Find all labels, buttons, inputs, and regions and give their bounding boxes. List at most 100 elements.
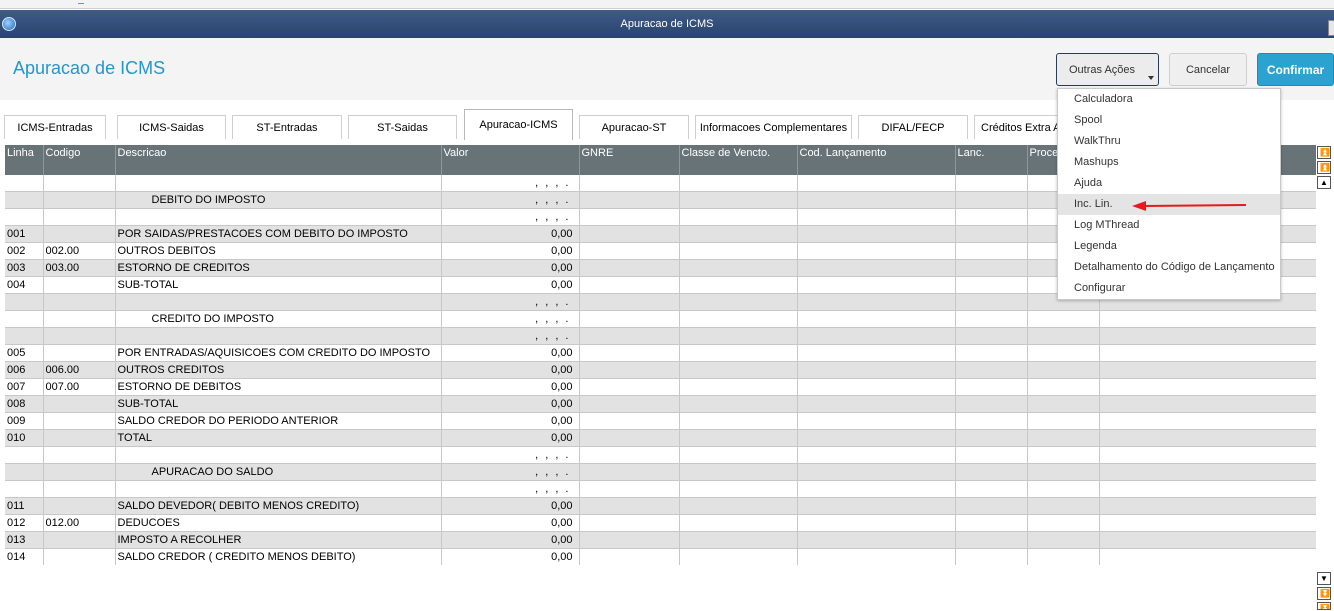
menu-item-configurar[interactable]: Configurar [1058,278,1280,299]
scroll-controls-top: ⏫ ⏫ ▲ [1317,146,1331,191]
column-header[interactable]: Descricao [115,145,442,175]
cell-empty [679,514,798,532]
scroll-down-button[interactable]: ▼ [1317,572,1331,585]
table-row[interactable]: 014 SALDO CREDOR ( CREDITO MENOS DEBITO) 0… [5,548,1316,565]
tab-apuracao-icms[interactable]: Apuracao-ICMS [464,109,573,140]
menu-item-mashups[interactable]: Mashups [1058,152,1280,173]
menu-item-spool[interactable]: Spool [1058,110,1280,131]
column-header[interactable]: GNRE [579,145,680,175]
cell-descricao [115,480,442,498]
window-control-button[interactable] [1328,20,1334,36]
table-row[interactable]: 009 SALDO CREDOR DO PERIODO ANTERIOR 0,00 [5,412,1316,430]
cell-empty [955,497,1028,515]
cell-valor: 0,00 [441,344,580,362]
cell-empty [797,378,956,396]
cell-empty [955,480,1028,498]
cell-empty [1027,531,1100,549]
cell-empty [1099,548,1316,565]
column-header[interactable]: Cod. Lançamento [797,145,956,175]
cell-descricao: IMPOSTO A RECOLHER [115,531,442,549]
cell-empty [679,293,798,311]
cell-empty [1027,361,1100,379]
cell-empty [797,259,956,277]
double-down-icon: ⏬ [1320,604,1330,610]
outras-acoes-button[interactable]: Outras Ações [1056,53,1159,86]
cell-valor: , , , . [441,191,580,209]
table-row[interactable]: 013 IMPOSTO A RECOLHER 0,00 [5,531,1316,549]
column-header[interactable]: Lanc. [955,145,1028,175]
cell-valor: , , , . [441,208,580,226]
cell-empty [1027,378,1100,396]
tab-informacoes-complementares[interactable]: Informacoes Complementares [695,115,852,139]
table-row[interactable]: 005 POR ENTRADAS/AQUISICOES COM CREDITO D… [5,344,1316,362]
cell-empty [579,242,680,260]
menu-item-log-mthread[interactable]: Log MThread [1058,215,1280,236]
cell-empty [955,175,1028,192]
table-row[interactable]: , , , . [5,446,1316,464]
cell-linha: 009 [5,412,44,430]
tab-st-entradas[interactable]: ST-Entradas [232,115,342,139]
cell-empty [955,293,1028,311]
table-row[interactable]: , , , . [5,480,1316,498]
cell-linha [5,293,44,311]
table-row[interactable]: CREDITO DO IMPOSTO, , , . [5,310,1316,328]
table-row[interactable]: 006 006.00 OUTROS CREDITOS 0,00 [5,361,1316,379]
table-row[interactable]: APURACAO DO SALDO, , , . [5,463,1316,481]
cell-linha [5,446,44,464]
table-row[interactable]: 011 SALDO DEVEDOR( DEBITO MENOS CREDITO) 0… [5,497,1316,515]
confirm-button[interactable]: Confirmar [1257,53,1334,86]
column-header[interactable]: Classe de Vencto. [679,145,798,175]
tab-icms-saidas[interactable]: ICMS-Saidas [117,115,226,139]
menu-item-walkthru[interactable]: WalkThru [1058,131,1280,152]
column-header[interactable]: Codigo [43,145,116,175]
cell-empty [955,514,1028,532]
scroll-last-button[interactable]: ⏬ [1317,602,1331,610]
scroll-page-up-button[interactable]: ⏫ [1317,161,1331,174]
table-row[interactable]: 008 SUB-TOTAL 0,00 [5,395,1316,413]
cancel-button[interactable]: Cancelar [1169,53,1247,86]
tab-creditos-extra[interactable]: Créditos Extra A [974,115,1058,139]
cell-linha [5,327,44,345]
table-row[interactable]: 012 012.00 DEDUCOES 0,00 [5,514,1316,532]
cell-empty [1027,310,1100,328]
cell-linha: 014 [5,548,44,565]
menu-item-calculadora[interactable]: Calculadora [1058,89,1280,110]
tab-st-saidas[interactable]: ST-Saidas [348,115,457,139]
tab-icms-entradas[interactable]: ICMS-Entradas [4,115,106,139]
cell-linha: 006 [5,361,44,379]
cell-empty [679,497,798,515]
outras-acoes-menu: Calculadora Spool WalkThru Mashups Ajuda… [1057,88,1281,300]
table-row[interactable]: , , , . [5,327,1316,345]
cell-codigo: 006.00 [43,361,116,379]
menu-item-legenda[interactable]: Legenda [1058,236,1280,257]
menu-item-ajuda[interactable]: Ajuda [1058,173,1280,194]
scroll-up-button[interactable]: ▲ [1317,176,1331,189]
cell-empty [955,276,1028,294]
cell-empty [579,344,680,362]
table-row[interactable]: 007 007.00 ESTORNO DE DEBITOS 0,00 [5,378,1316,396]
scroll-page-down-button[interactable]: ⏬ [1317,587,1331,600]
tab-apuracao-st[interactable]: Apuracao-ST [579,115,689,139]
column-header[interactable]: Linha [5,145,44,175]
scroll-first-button[interactable]: ⏫ [1317,146,1331,159]
table-row[interactable]: 010 TOTAL 0,00 [5,429,1316,447]
cell-empty [1099,497,1316,515]
cell-codigo [43,412,116,430]
menu-item-detalhamento[interactable]: Detalhamento do Código de Lançamento [1058,257,1280,278]
chevron-down-icon [1148,76,1154,80]
cell-empty [679,548,798,565]
cell-linha [5,208,44,226]
cell-codigo [43,208,116,226]
column-header[interactable]: Valor [441,145,580,175]
cell-empty [679,344,798,362]
cell-empty [797,310,956,328]
cell-empty [679,531,798,549]
tab-difal-fecp[interactable]: DIFAL/FECP [858,115,968,139]
cell-descricao: APURACAO DO SALDO [115,463,442,481]
cell-empty [579,463,680,481]
cell-empty [955,378,1028,396]
cell-empty [797,412,956,430]
cell-empty [679,378,798,396]
cell-linha [5,191,44,209]
cell-descricao [115,446,442,464]
